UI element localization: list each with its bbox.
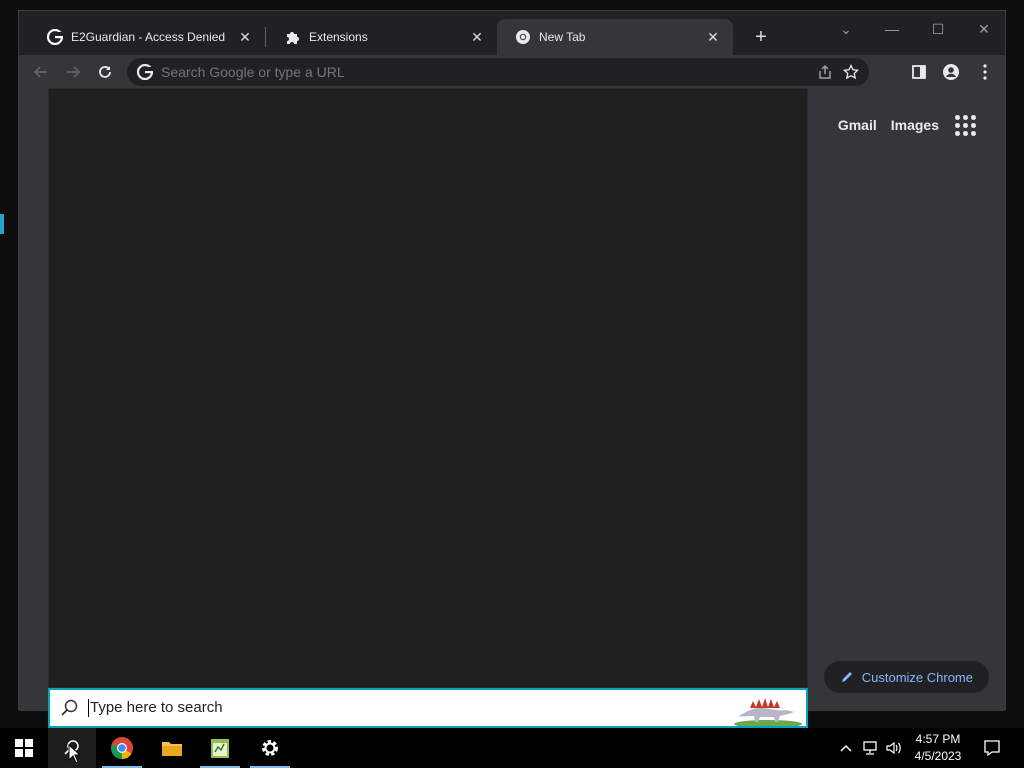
- chrome-icon: [515, 29, 531, 45]
- desktop-accent-bar: [0, 214, 4, 234]
- settings-gear-icon: [262, 740, 278, 756]
- tab-search-dropdown-icon[interactable]: ⌄: [823, 15, 869, 43]
- taskbar-chrome[interactable]: [98, 728, 146, 768]
- chrome-icon: [111, 737, 133, 759]
- tab-separator: [265, 27, 266, 47]
- tab-title: E2Guardian - Access Denied: [71, 30, 226, 44]
- taskbar: 4:57 PM 4/5/2023: [0, 728, 1024, 768]
- network-icon[interactable]: [860, 728, 882, 768]
- tab-close-icon[interactable]: ✕: [703, 27, 723, 47]
- notepad-icon: [211, 739, 229, 758]
- tab-close-icon[interactable]: ✕: [235, 27, 255, 47]
- dinosaur-highlight-image[interactable]: [732, 690, 802, 728]
- taskbar-settings[interactable]: [246, 728, 294, 768]
- text-cursor: [88, 699, 89, 718]
- close-window-button[interactable]: ✕: [961, 15, 1007, 43]
- search-flyout-panel: [48, 88, 808, 688]
- clock-time: 4:57 PM: [915, 732, 961, 746]
- taskbar-notepad[interactable]: [196, 728, 244, 768]
- pencil-icon: [841, 672, 852, 682]
- taskbar-file-explorer[interactable]: [148, 728, 196, 768]
- maximize-button[interactable]: ☐: [915, 15, 961, 43]
- puzzle-icon: [285, 29, 301, 45]
- bookmark-star-icon[interactable]: [841, 62, 861, 82]
- file-explorer-icon: [162, 742, 182, 756]
- gmail-link[interactable]: Gmail: [838, 117, 877, 133]
- search-placeholder: Type here to search: [90, 698, 223, 716]
- google-g-icon: [136, 63, 154, 81]
- taskbar-search-box[interactable]: Type here to search: [48, 688, 808, 728]
- tab-extensions[interactable]: Extensions ✕: [267, 19, 497, 55]
- minimize-button[interactable]: —: [869, 15, 915, 43]
- share-icon[interactable]: [815, 62, 835, 82]
- windows-start-icon: [15, 739, 33, 757]
- tab-e2guardian[interactable]: E2Guardian - Access Denied ✕: [29, 19, 265, 55]
- volume-icon[interactable]: [884, 728, 904, 768]
- ntp-top-links: Gmail Images: [838, 113, 977, 137]
- tab-new-tab[interactable]: New Tab ✕: [497, 19, 733, 55]
- reload-icon: [99, 66, 111, 78]
- tab-strip: E2Guardian - Access Denied ✕ Extensions …: [19, 11, 1005, 55]
- forward-arrow-icon: [67, 66, 81, 78]
- tab-title: Extensions: [309, 30, 368, 44]
- back-button[interactable]: [27, 58, 55, 86]
- chrome-menu-icon[interactable]: [971, 58, 999, 86]
- show-hidden-icons-chevron-icon[interactable]: [838, 728, 854, 768]
- side-panel-icon[interactable]: [905, 58, 933, 86]
- omnibox[interactable]: [127, 58, 869, 86]
- mouse-cursor-icon: [68, 744, 80, 764]
- back-arrow-icon: [33, 66, 47, 78]
- images-link[interactable]: Images: [891, 117, 939, 133]
- toolbar: [19, 55, 1005, 89]
- customize-chrome-label: Customize Chrome: [861, 669, 973, 685]
- search-input[interactable]: Type here to search: [88, 698, 806, 718]
- google-g-icon: [47, 29, 63, 45]
- google-apps-icon[interactable]: [953, 113, 977, 137]
- omnibox-input[interactable]: [161, 64, 869, 80]
- action-center-icon[interactable]: [980, 728, 1004, 768]
- forward-button[interactable]: [59, 58, 87, 86]
- system-clock[interactable]: 4:57 PM 4/5/2023: [904, 731, 972, 765]
- profile-avatar-icon[interactable]: [937, 58, 965, 86]
- reload-button[interactable]: [91, 58, 119, 86]
- clock-date: 4/5/2023: [914, 749, 962, 763]
- customize-chrome-button[interactable]: Customize Chrome: [823, 661, 989, 693]
- tab-title: New Tab: [539, 30, 586, 44]
- search-icon: [60, 698, 80, 718]
- start-button[interactable]: [0, 728, 48, 768]
- new-tab-button[interactable]: +: [749, 25, 773, 49]
- tab-close-icon[interactable]: ✕: [467, 27, 487, 47]
